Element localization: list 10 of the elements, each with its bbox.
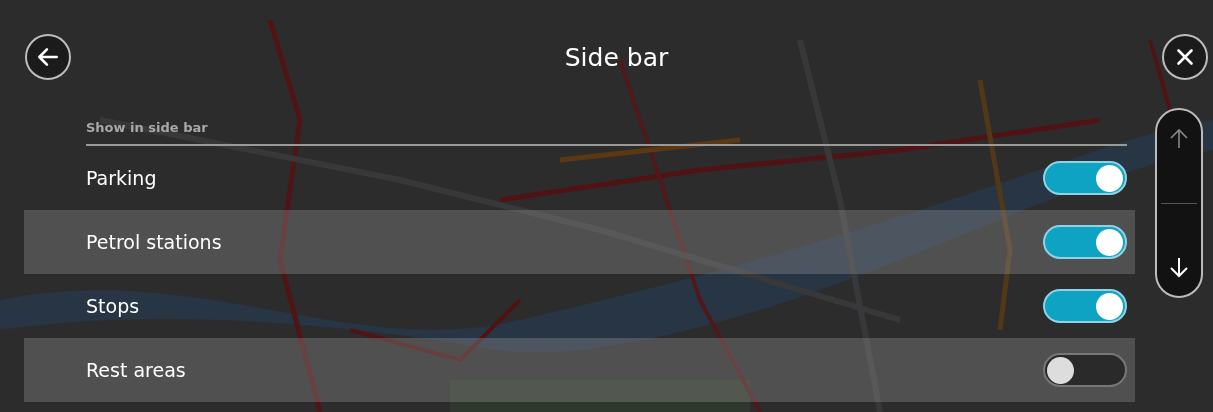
list-row[interactable]: Parking bbox=[24, 146, 1135, 210]
toggle-switch[interactable] bbox=[1043, 289, 1127, 323]
toggle-switch[interactable] bbox=[1043, 161, 1127, 195]
window-title: Side bar bbox=[564, 42, 669, 72]
toggle-switch[interactable] bbox=[1043, 353, 1127, 387]
toggle-switch[interactable] bbox=[1043, 225, 1127, 259]
list-row[interactable]: Rest areas bbox=[24, 338, 1135, 402]
section-heading: Show in side bar bbox=[86, 120, 208, 135]
list-row[interactable]: Petrol stations bbox=[24, 210, 1135, 274]
list-row[interactable]: Stops bbox=[24, 274, 1135, 338]
